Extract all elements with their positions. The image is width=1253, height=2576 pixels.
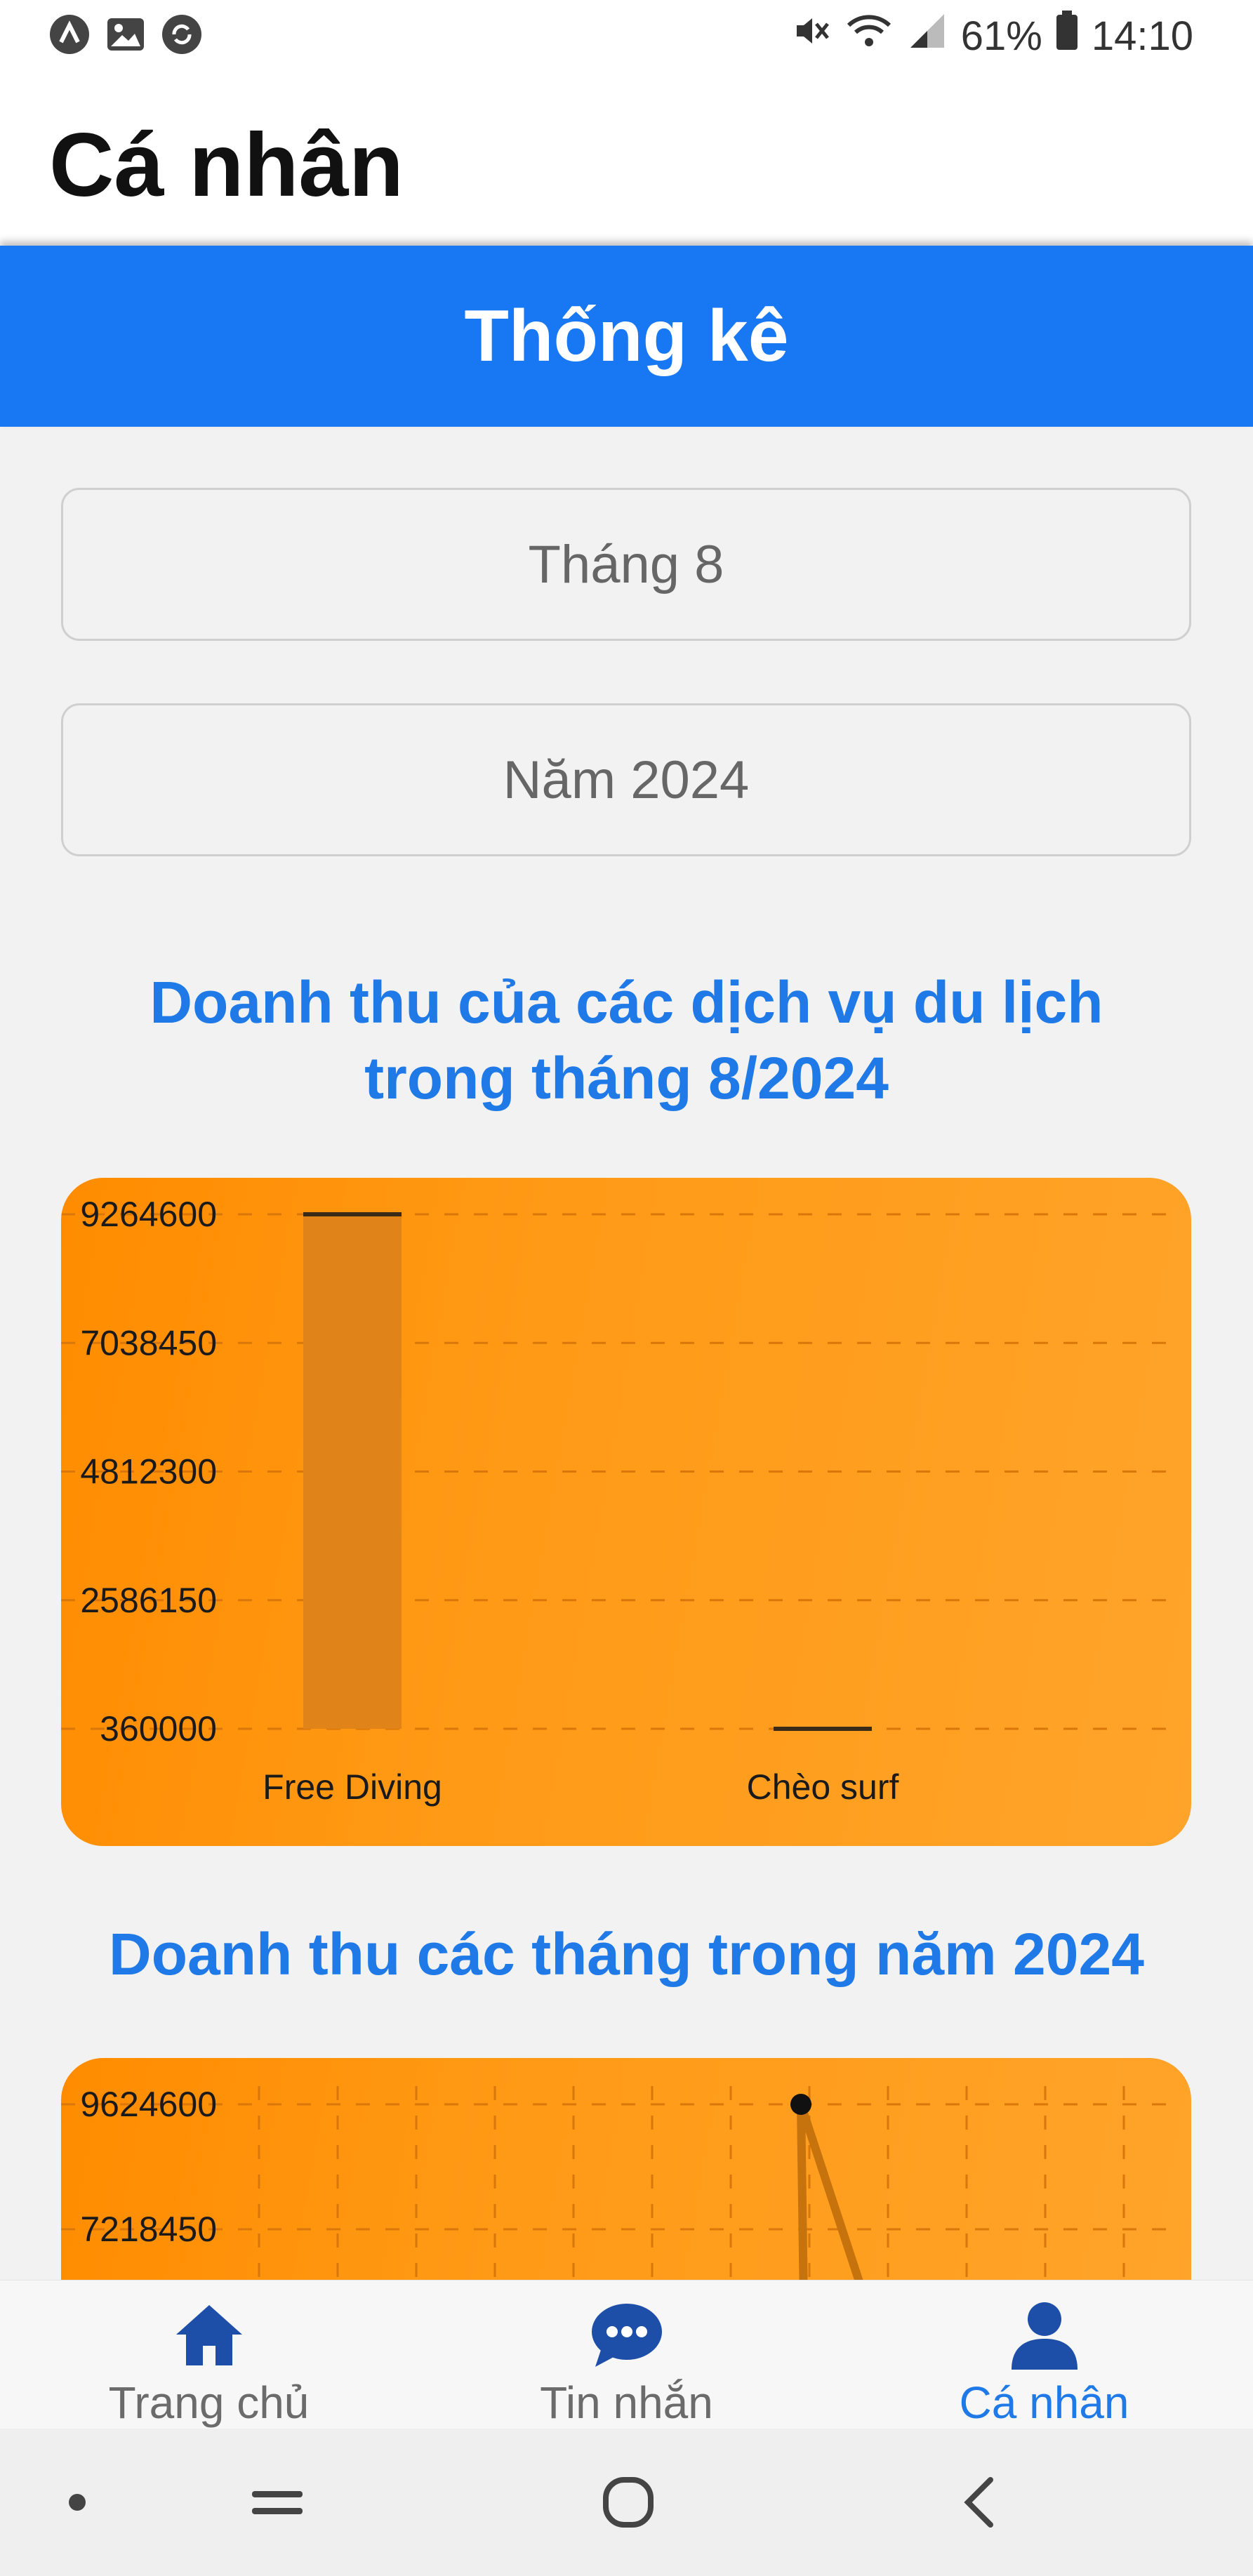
- status-bar: 61% 14:10: [0, 0, 1253, 70]
- gallery-icon: [105, 14, 146, 55]
- recent-apps-icon[interactable]: [239, 2429, 316, 2576]
- page-title: Cá nhân: [49, 115, 404, 215]
- status-right: 61% 14:10: [790, 10, 1193, 62]
- month-select[interactable]: Tháng 8: [61, 488, 1191, 641]
- clock: 14:10: [1091, 13, 1193, 59]
- data-point: [790, 2094, 811, 2115]
- dot-icon[interactable]: [56, 2429, 98, 2576]
- x-category-label: Free Diving: [263, 1767, 442, 1807]
- yearly-chart-title: Doanh thu các tháng trong năm 2024: [109, 1921, 1144, 1987]
- app-header: Cá nhân: [0, 70, 1253, 246]
- bottom-navigation: Trang chủ Tin nhắn Cá nhân: [0, 2280, 1253, 2429]
- monthly-revenue-chart: 9264600 7038450 4812300 2586150 360000 Free D…: [61, 1178, 1191, 1846]
- y-tick-label: 7218450: [80, 2210, 217, 2249]
- statistics-banner: Thống kê: [0, 246, 1253, 427]
- home-icon: [171, 2296, 248, 2372]
- user-icon: [1006, 2296, 1083, 2372]
- monthly-chart-title-line1: Doanh thu của các dịch vụ du lịch: [150, 969, 1103, 1035]
- y-tick-label: 9264600: [80, 1195, 217, 1234]
- sync-icon: [161, 14, 202, 55]
- y-tick-label: 9624600: [80, 2085, 217, 2124]
- status-left-icons: [49, 14, 202, 55]
- bar: [303, 1214, 402, 1729]
- y-tick-label: 2586150: [80, 1581, 217, 1620]
- battery-icon: [1055, 11, 1079, 61]
- y-tick-label: 7038450: [80, 1323, 217, 1362]
- nav-home-label: Trang chủ: [108, 2377, 310, 2428]
- back-icon[interactable]: [941, 2429, 1018, 2576]
- monthly-chart-title-line2: trong tháng 8/2024: [364, 1045, 889, 1111]
- nav-messages-label: Tin nhắn: [540, 2377, 713, 2428]
- app-a-icon: [49, 14, 90, 55]
- y-tick-label: 4812300: [80, 1452, 217, 1492]
- banner-title: Thống kê: [464, 295, 789, 377]
- battery-percent: 61%: [960, 13, 1042, 59]
- signal-icon: [906, 10, 948, 62]
- wifi-icon: [844, 10, 894, 62]
- x-category-label: Chèo surf: [747, 1767, 899, 1807]
- chat-icon: [588, 2296, 665, 2372]
- mute-icon: [790, 10, 832, 62]
- year-select[interactable]: Năm 2024: [61, 703, 1191, 856]
- y-tick-label: 360000: [100, 1709, 217, 1748]
- monthly-revenue-chart-svg: 9264600 7038450 4812300 2586150 360000 Free D…: [61, 1195, 1177, 1807]
- nav-home[interactable]: Trang chủ: [0, 2280, 418, 2429]
- nav-profile[interactable]: Cá nhân: [835, 2280, 1253, 2429]
- nav-profile-label: Cá nhân: [959, 2377, 1129, 2428]
- nav-messages[interactable]: Tin nhắn: [418, 2280, 835, 2429]
- system-navigation-bar: [0, 2429, 1253, 2576]
- monthly-chart-title: Doanh thu của các dịch vụ du lịch trong …: [0, 964, 1253, 1116]
- home-button-icon[interactable]: [590, 2429, 667, 2576]
